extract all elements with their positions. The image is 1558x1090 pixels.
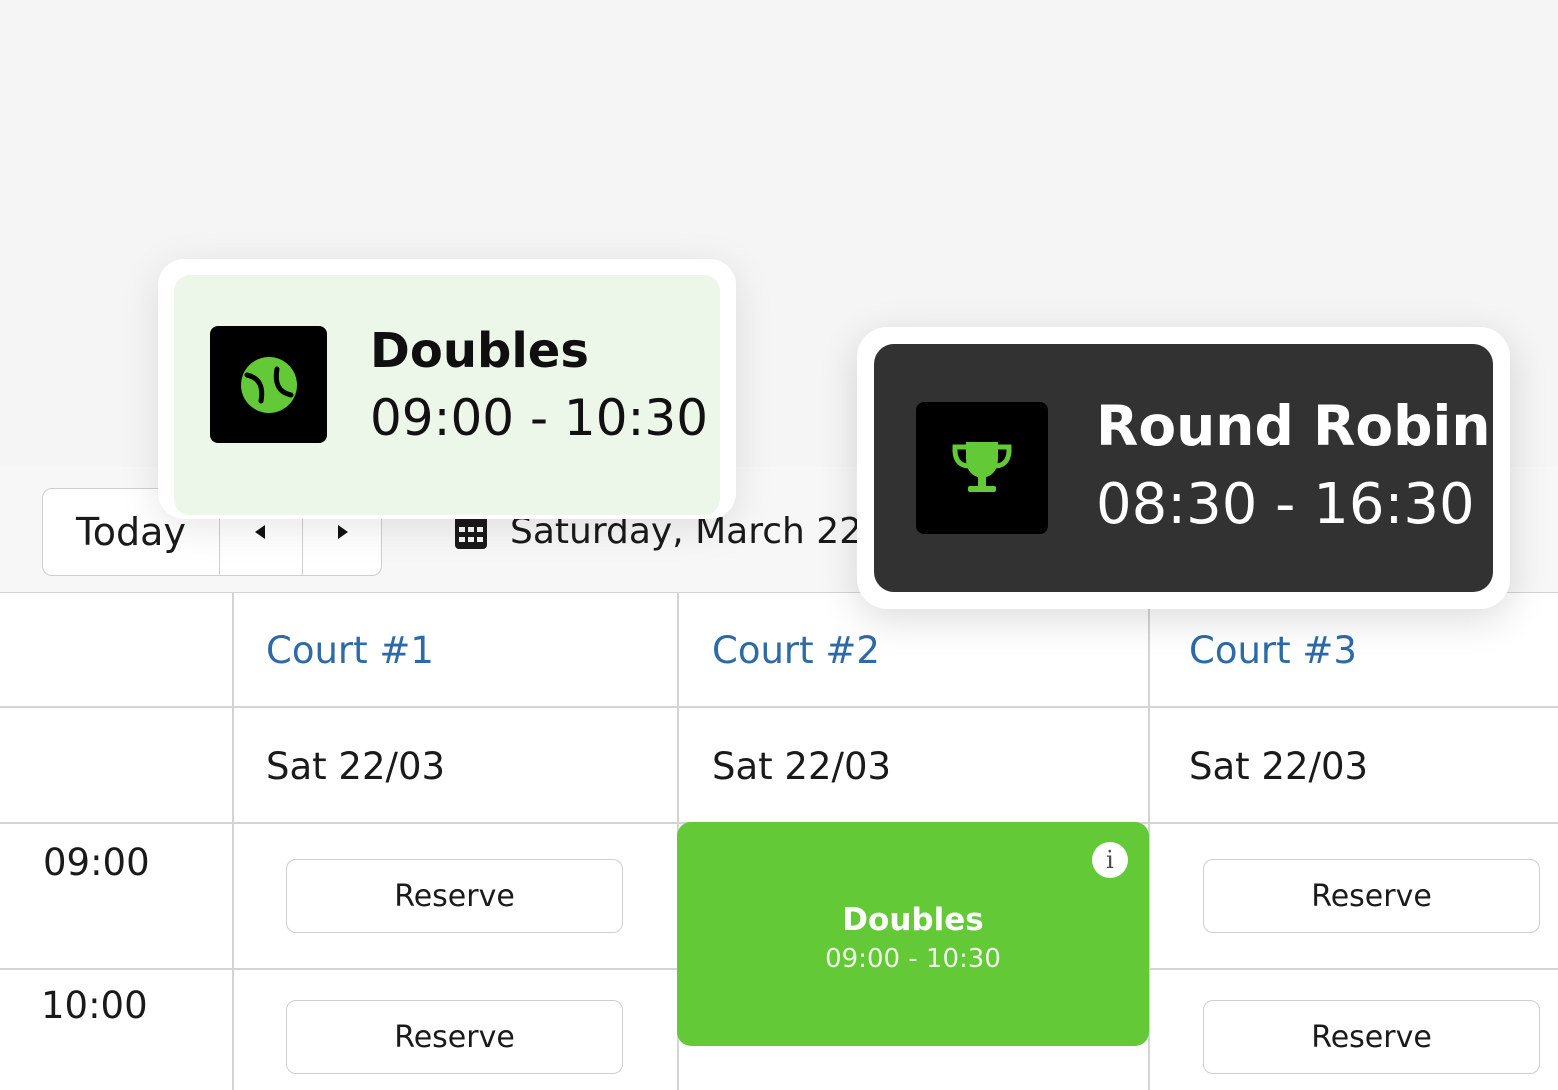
schedule-grid: Court #1 Court #2 Court #3 Sat 22/03 Sat… (0, 592, 1558, 1090)
reserve-button-court-3-1000[interactable]: Reserve (1203, 1000, 1540, 1074)
court-header-1[interactable]: Court #1 (266, 629, 434, 672)
info-icon[interactable]: i (1092, 842, 1128, 878)
court-header-3[interactable]: Court #3 (1189, 629, 1357, 672)
booking-time: 09:00 - 10:30 (825, 944, 1001, 974)
booking-doubles[interactable]: i Doubles 09:00 - 10:30 (677, 822, 1149, 1046)
tennis-ball-icon (210, 326, 327, 443)
round-robin-card-title: Round Robin (1096, 394, 1491, 458)
doubles-card-title: Doubles (370, 323, 589, 379)
round-robin-card-time: 08:30 - 16:30 (1096, 472, 1475, 537)
court-2-date: Sat 22/03 (712, 745, 892, 788)
time-slot-label: 09:00 (43, 841, 150, 884)
reserve-button-court-1-1000[interactable]: Reserve (286, 1000, 623, 1074)
reserve-button-court-3-0900[interactable]: Reserve (1203, 859, 1540, 933)
reserve-button-court-1-0900[interactable]: Reserve (286, 859, 623, 933)
time-slot-label: 10:00 (41, 984, 148, 1027)
court-1-date: Sat 22/03 (266, 745, 446, 788)
column-divider (232, 593, 234, 1090)
court-header-2[interactable]: Court #2 (712, 629, 880, 672)
row-divider (0, 706, 1558, 708)
doubles-card-body: Doubles 09:00 - 10:30 (174, 275, 720, 515)
caret-left-icon (255, 525, 265, 539)
round-robin-event-card[interactable]: Round Robin 08:30 - 16:30 (857, 327, 1510, 609)
round-robin-card-body: Round Robin 08:30 - 16:30 (874, 344, 1493, 592)
trophy-icon (916, 402, 1048, 534)
caret-right-icon (338, 525, 348, 539)
schedule-screen: Today Saturday, March 22 Court #1 Court … (0, 0, 1558, 1090)
doubles-event-card[interactable]: Doubles 09:00 - 10:30 (158, 259, 736, 519)
booking-title: Doubles (842, 902, 984, 938)
court-3-date: Sat 22/03 (1189, 745, 1369, 788)
doubles-card-time: 09:00 - 10:30 (370, 389, 709, 447)
